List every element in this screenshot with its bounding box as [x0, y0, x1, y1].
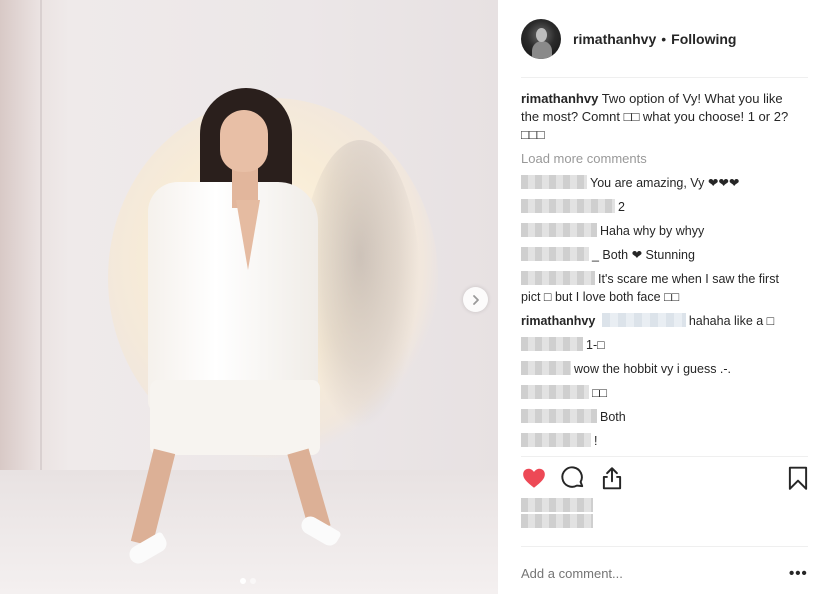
post-header: rimathanhvy • Following — [521, 18, 736, 60]
comment-text: 2 — [618, 200, 625, 214]
comment-author-redacted[interactable] — [521, 199, 615, 213]
carousel-dot-1 — [240, 578, 246, 584]
comment-author-redacted[interactable] — [521, 247, 589, 261]
avatar[interactable] — [521, 19, 561, 59]
comment-text: _ Both ❤ Stunning — [592, 248, 695, 262]
header-separator: • — [661, 31, 667, 47]
likes-count-redacted[interactable] — [521, 498, 596, 530]
like-button[interactable] — [521, 465, 547, 491]
carousel-next-button[interactable] — [463, 287, 488, 312]
comment-item: rimathanhvy hahaha like a □ — [521, 312, 801, 330]
avatar-face — [536, 28, 547, 42]
comment-text: ! — [594, 434, 598, 448]
comment-author-redacted[interactable] — [521, 223, 597, 237]
chevron-right-icon — [472, 294, 479, 305]
avatar-body — [532, 41, 552, 59]
comment-item: □□ — [521, 384, 801, 402]
comment-author-redacted[interactable] — [521, 433, 591, 447]
comment-author-redacted[interactable] — [521, 271, 595, 285]
comment-item: It's scare me when I saw the first pict … — [521, 270, 801, 306]
comment-item: wow the hobbit vy i guess .-. — [521, 360, 801, 378]
comment-item: 1-□ — [521, 336, 801, 354]
post-actions — [521, 465, 811, 493]
header-username[interactable]: rimathanhvy — [573, 31, 656, 47]
comment-item: Haha why by whyy — [521, 222, 801, 240]
share-icon — [602, 467, 622, 490]
comment-author-redacted[interactable] — [521, 385, 589, 399]
photo-wall-corner — [40, 0, 42, 470]
comment-author-redacted[interactable] — [521, 409, 597, 423]
header-divider — [521, 77, 808, 78]
comment-item: You are amazing, Vy ❤❤❤ — [521, 174, 801, 192]
save-button[interactable] — [785, 465, 811, 491]
comment-item: Both — [521, 408, 801, 426]
following-button[interactable]: Following — [671, 31, 736, 47]
comment-text: hahaha like a □ — [688, 314, 775, 328]
carousel-indicator — [240, 578, 256, 584]
bookmark-icon — [788, 466, 808, 490]
comment-button[interactable] — [560, 465, 586, 491]
share-button[interactable] — [599, 465, 625, 491]
likes-redacted-line-2 — [521, 514, 593, 528]
comment-text: 1-□ — [586, 338, 605, 352]
comment-icon — [561, 466, 584, 488]
comment-text: wow the hobbit vy i guess .-. — [574, 362, 732, 376]
comment-text: Haha why by whyy — [600, 224, 705, 238]
actions-divider — [521, 456, 808, 457]
photo-floor — [0, 470, 498, 594]
comment-item: _ Both ❤ Stunning — [521, 246, 801, 264]
more-options-button[interactable]: ••• — [789, 565, 808, 582]
carousel-dot-2 — [250, 578, 256, 584]
likes-redacted-line-1 — [521, 498, 593, 512]
comment-mention-redacted[interactable] — [601, 313, 686, 327]
comment-author[interactable]: rimathanhvy — [521, 314, 595, 328]
add-comment-divider — [521, 546, 808, 547]
photo-figure-shorts — [150, 380, 320, 455]
heart-icon — [523, 468, 545, 488]
comment-text: □□ — [592, 386, 608, 400]
post-caption: rimathanhvy Two option of Vy! What you l… — [521, 90, 801, 144]
add-comment-input[interactable] — [521, 566, 761, 581]
post-photo[interactable] — [0, 0, 498, 594]
comment-item: ! — [521, 432, 801, 450]
photo-figure-face — [220, 110, 268, 172]
comment-author-redacted[interactable] — [521, 361, 571, 375]
caption-author[interactable]: rimathanhvy — [521, 91, 598, 106]
comment-text: Both — [600, 410, 626, 424]
load-more-comments-link[interactable]: Load more comments — [521, 150, 801, 168]
comment-text: You are amazing, Vy ❤❤❤ — [590, 176, 740, 190]
post-side-panel: rimathanhvy • Following rimathanhvy Two … — [498, 0, 816, 594]
comment-item: 2 — [521, 198, 801, 216]
comment-author-redacted[interactable] — [521, 337, 583, 351]
comment-list: rimathanhvy Two option of Vy! What you l… — [521, 90, 801, 450]
photo-figure-jacket — [148, 182, 318, 412]
comment-author-redacted[interactable] — [521, 175, 587, 189]
